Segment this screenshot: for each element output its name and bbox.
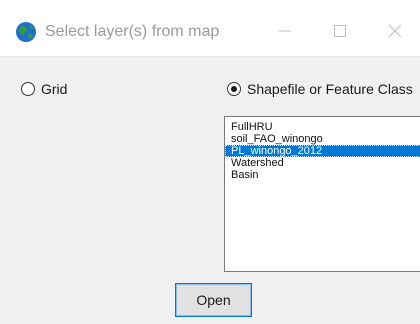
window-title: Select layer(s) from map: [45, 23, 220, 40]
list-item-pl-winongo-2012[interactable]: PL_winongo_2012: [225, 145, 420, 157]
list-item-fullhru[interactable]: FullHRU: [225, 121, 420, 133]
title-bar[interactable]: Select layer(s) from map: [0, 0, 420, 57]
grid-radio[interactable]: Grid: [21, 81, 67, 97]
close-icon: [388, 24, 402, 38]
shapefile-radio-circle[interactable]: [227, 82, 241, 96]
grid-radio-label: Grid: [41, 81, 68, 97]
layer-listbox[interactable]: FullHRU soil_FAO_winongo PL_winongo_2012…: [224, 116, 420, 272]
grid-radio-circle[interactable]: [21, 82, 35, 96]
minimize-icon: [279, 30, 291, 32]
shapefile-radio[interactable]: Shapefile or Feature Class: [227, 81, 413, 97]
list-item-soil-fao-winongo[interactable]: soil_FAO_winongo: [225, 133, 420, 145]
shapefile-radio-label: Shapefile or Feature Class: [247, 81, 413, 97]
select-layers-dialog: Select layer(s) from map Grid Shapefile …: [0, 0, 420, 324]
list-item-basin[interactable]: Basin: [225, 169, 420, 181]
list-item-watershed[interactable]: Watershed: [225, 157, 420, 169]
close-button[interactable]: [372, 14, 418, 48]
open-button[interactable]: Open: [175, 283, 252, 317]
minimize-button[interactable]: [262, 14, 308, 48]
globe-icon: [15, 21, 37, 43]
maximize-icon: [334, 25, 346, 37]
maximize-button[interactable]: [317, 14, 363, 48]
